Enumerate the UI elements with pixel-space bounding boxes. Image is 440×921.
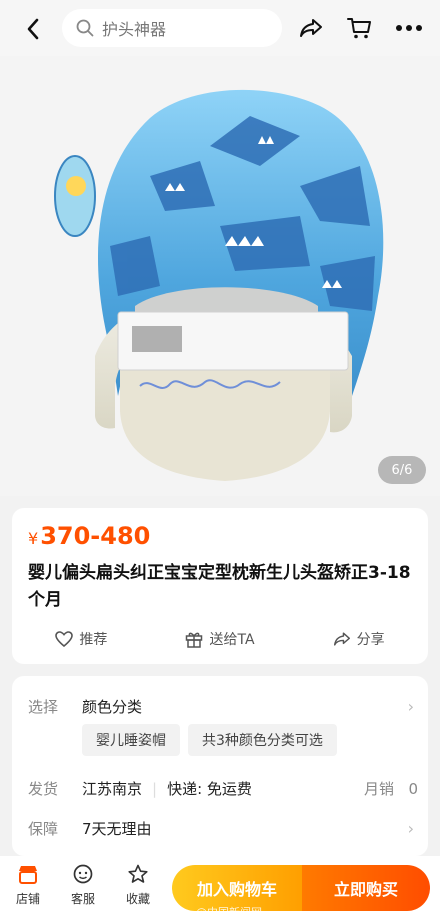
guarantee-row[interactable]: 保障 7天无理由 › <box>28 818 418 839</box>
search-placeholder: 护头神器 <box>102 20 167 39</box>
recommend-label: 推荐 <box>79 632 108 648</box>
share-label: 分享 <box>356 632 385 648</box>
guarantee-label: 保障 <box>28 820 59 838</box>
variant-chip[interactable]: 婴儿睡姿帽 <box>82 724 180 756</box>
service-label: 客服 <box>70 892 95 906</box>
monthly-sales-value: 0 <box>408 779 418 798</box>
variant-count-chip[interactable]: 共3种颜色分类可选 <box>188 724 337 756</box>
shipping-row: 发货 江苏南京 | 快递: 免运费 月销 0 <box>28 778 418 799</box>
ship-from: 江苏南京 <box>82 780 143 798</box>
share-icon <box>333 632 350 646</box>
more-icon <box>396 25 422 31</box>
search-icon <box>76 19 94 37</box>
cart-button[interactable] <box>344 13 374 43</box>
image-pager: 6/6 <box>378 456 426 484</box>
spec-card: 选择 颜色分类 › 婴儿睡姿帽 共3种颜色分类可选 发货 江苏南京 | 快递: … <box>12 676 428 856</box>
share-action-button[interactable]: 分享 <box>289 624 428 654</box>
back-icon <box>27 18 39 40</box>
service-tab[interactable]: 客服 <box>63 864 103 907</box>
select-label: 选择 <box>28 698 59 716</box>
product-image[interactable]: 6/6 <box>0 56 440 496</box>
star-icon <box>128 864 148 883</box>
store-icon <box>19 866 37 884</box>
top-bar: 护头神器 <box>0 0 440 56</box>
chevron-right-icon: › <box>407 819 414 838</box>
gift-icon <box>186 632 203 648</box>
store-label: 店铺 <box>15 892 40 906</box>
price-value: 370-480 <box>40 522 151 550</box>
product-actions: 推荐 送给TA 分享 <box>12 624 428 654</box>
share-icon <box>300 19 322 37</box>
gift-button[interactable]: 送给TA <box>151 624 290 654</box>
favorite-tab[interactable]: 收藏 <box>118 864 158 907</box>
variant-chips: 婴儿睡姿帽 共3种颜色分类可选 <box>82 724 337 756</box>
product-title: 婴儿偏头扁头纠正宝宝定型枕新生儿头盔矫正3-18个月 <box>28 563 411 610</box>
heart-icon <box>55 631 74 647</box>
guarantee-value: 7天无理由 <box>82 820 152 838</box>
ship-label: 发货 <box>28 780 59 798</box>
monthly-sales-label: 月销 <box>363 780 394 798</box>
chevron-right-icon: › <box>407 697 414 716</box>
delivery-info: 快递: 免运费 <box>167 780 252 798</box>
watermark: @中国新闻网 <box>196 906 262 919</box>
buy-now-button[interactable]: 立即购买 <box>302 865 430 911</box>
cart-icon <box>347 18 371 39</box>
search-input[interactable]: 护头神器 <box>62 9 282 47</box>
select-value: 颜色分类 <box>82 698 143 716</box>
favorite-label: 收藏 <box>125 892 150 906</box>
baby-helmet-illustration <box>54 89 384 481</box>
service-icon <box>73 864 93 884</box>
gift-label: 送给TA <box>209 632 255 648</box>
store-tab[interactable]: 店铺 <box>8 864 48 907</box>
share-button[interactable] <box>296 13 326 43</box>
select-row[interactable]: 选择 颜色分类 › <box>28 696 418 717</box>
product-info-card: ¥ 370-480 婴儿偏头扁头纠正宝宝定型枕新生儿头盔矫正3-18个月 推荐 … <box>12 508 428 664</box>
back-button[interactable] <box>18 14 48 44</box>
currency-symbol: ¥ <box>28 529 39 548</box>
recommend-button[interactable]: 推荐 <box>12 624 151 654</box>
divider: | <box>152 779 158 798</box>
price: ¥ 370-480 <box>28 522 150 550</box>
more-button[interactable] <box>394 13 424 43</box>
